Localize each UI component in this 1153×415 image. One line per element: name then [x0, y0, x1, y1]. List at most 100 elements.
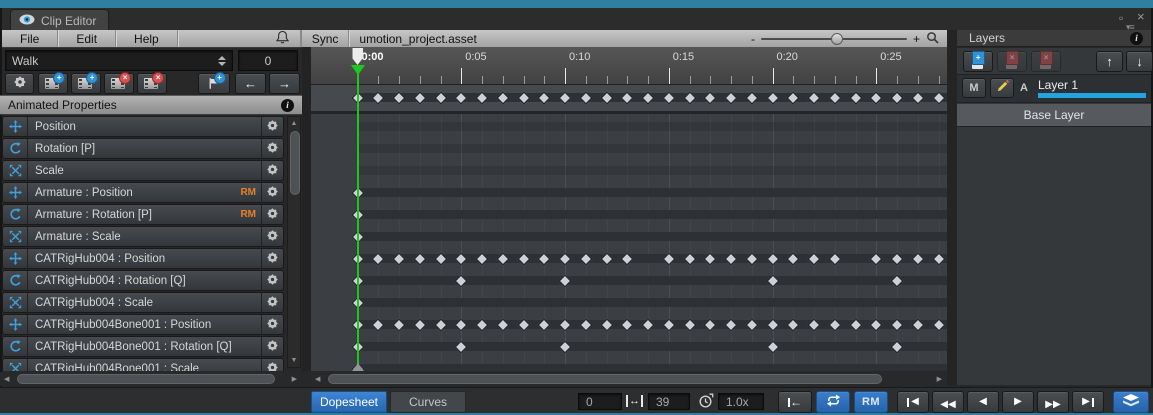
zoom-in-label[interactable]: +: [913, 32, 920, 46]
property-gear-button[interactable]: [261, 183, 283, 202]
root-motion-button[interactable]: RM: [854, 391, 888, 413]
property-label: CATRigHub004 : Position: [28, 253, 261, 265]
go-first-frame-button[interactable]: ◀: [897, 391, 929, 413]
property-row[interactable]: Position: [2, 116, 284, 137]
property-row[interactable]: CATRigHub004Bone001 : Scale: [2, 358, 284, 371]
properties-horizontal-scrollbar[interactable]: ◀ ▶: [0, 372, 302, 386]
properties-vertical-scrollbar[interactable]: ▲ ▼: [287, 116, 301, 368]
play-button[interactable]: ▶: [1002, 391, 1034, 413]
property-row[interactable]: CATRigHub004 : Position: [2, 248, 284, 269]
tab-dopesheet[interactable]: Dopesheet: [311, 391, 387, 413]
loop-playback-button[interactable]: [816, 391, 850, 413]
scroll-right-icon[interactable]: ▶: [937, 375, 942, 383]
tab-clip-editor[interactable]: Clip Editor: [10, 9, 109, 31]
move-icon: [3, 249, 28, 268]
scale-icon: [3, 293, 28, 312]
sync-button[interactable]: Sync: [301, 30, 350, 47]
clip-index-field[interactable]: 0: [238, 50, 298, 71]
scroll-down-icon[interactable]: ▼: [288, 357, 300, 364]
merge-layer-button[interactable]: ×: [1031, 51, 1061, 72]
horizontal-scrollbar-thumb[interactable]: [17, 374, 275, 384]
page-delete-icon: ×: [1006, 55, 1019, 69]
property-gear-button[interactable]: [261, 249, 283, 268]
layer-row-base[interactable]: Base Layer: [957, 104, 1151, 127]
property-gear-button[interactable]: [261, 315, 283, 334]
previous-clip-button[interactable]: ←: [235, 73, 266, 94]
mute-layer-button[interactable]: M: [962, 78, 986, 98]
info-icon[interactable]: i: [281, 99, 294, 112]
timeline-ruler[interactable]: 0:000:050:100:150:200:25: [311, 47, 947, 85]
property-row[interactable]: Armature : Rotation [P]RM: [2, 204, 284, 225]
info-icon[interactable]: i: [1130, 32, 1143, 45]
property-row[interactable]: Scale: [2, 160, 284, 181]
playback-speed-field[interactable]: 1.0x: [718, 393, 764, 410]
dopesheet-body[interactable]: [311, 114, 947, 371]
next-clip-button[interactable]: →: [269, 73, 300, 94]
current-frame-field[interactable]: 0: [578, 393, 622, 410]
timeline-horizontal-scrollbar[interactable]: ◀ ▶: [311, 372, 947, 386]
summary-keyframe-track[interactable]: [311, 85, 947, 114]
scroll-left-icon[interactable]: ◀: [4, 375, 9, 383]
project-asset-name[interactable]: umotion_project.asset: [349, 30, 751, 47]
property-gear-button[interactable]: [261, 271, 283, 290]
add-event-button[interactable]: +: [198, 73, 230, 94]
edit-layer-button[interactable]: [990, 78, 1014, 98]
property-gear-button[interactable]: [261, 139, 283, 158]
property-gear-button[interactable]: [261, 117, 283, 136]
duplicate-clip-button[interactable]: +: [71, 73, 101, 94]
property-row[interactable]: CATRigHub004Bone001 : Rotation [Q]: [2, 336, 284, 357]
zoom-out-label[interactable]: -: [751, 32, 755, 46]
step-back-button[interactable]: ◀: [967, 391, 999, 413]
property-row[interactable]: CATRigHub004 : Rotation [Q]: [2, 270, 284, 291]
menu-item-edit[interactable]: Edit: [58, 30, 116, 47]
property-gear-button[interactable]: [261, 337, 283, 356]
restore-window-icon[interactable]: ▫: [1119, 12, 1123, 24]
fast-forward-button[interactable]: ▶▶: [1037, 391, 1069, 413]
track-lane: [358, 298, 948, 307]
go-last-frame-button[interactable]: ▶: [1072, 391, 1104, 413]
property-gear-button[interactable]: [261, 205, 283, 224]
zoom-slider[interactable]: [761, 33, 907, 45]
go-to-start-button[interactable]: ←: [778, 391, 812, 413]
menu-item-help[interactable]: Help: [116, 30, 178, 47]
layer-row-layer1[interactable]: M A Layer 1: [957, 74, 1151, 103]
property-row[interactable]: CATRigHub004Bone001 : Position: [2, 314, 284, 335]
last-frame-field[interactable]: 39: [648, 393, 690, 410]
scroll-left-icon[interactable]: ◀: [315, 375, 320, 383]
ruler-tick: [710, 76, 711, 84]
notifications-button[interactable]: [266, 30, 301, 47]
zoom-slider-thumb[interactable]: [831, 33, 843, 45]
add-clip-button[interactable]: +: [38, 73, 68, 94]
clip-select-dropdown[interactable]: Walk: [5, 50, 233, 71]
property-row[interactable]: Armature : PositionRM: [2, 182, 284, 203]
property-gear-button[interactable]: [261, 161, 283, 180]
scroll-up-icon[interactable]: ▲: [288, 120, 300, 127]
close-window-icon[interactable]: ×: [1137, 11, 1145, 23]
delete-clip-button[interactable]: ×: [104, 73, 134, 94]
property-gear-button[interactable]: [261, 227, 283, 246]
film-delete-icon: ×: [144, 77, 160, 90]
move-layer-down-button[interactable]: ↓: [1126, 51, 1153, 72]
tab-curves[interactable]: Curves: [390, 391, 466, 413]
property-gear-button[interactable]: [261, 293, 283, 312]
layers-toggle-button[interactable]: [1113, 391, 1149, 413]
property-row[interactable]: CATRigHub004 : Scale: [2, 292, 284, 313]
scroll-right-icon[interactable]: ▶: [292, 375, 297, 383]
fast-backward-button[interactable]: ◀◀: [932, 391, 964, 413]
footer-bar: Dopesheet Curves 0 ↔ 39 1.0x ← RM ◀ ◀◀ ◀…: [0, 387, 1153, 413]
property-row[interactable]: Armature : Scale: [2, 226, 284, 247]
move-layer-up-button[interactable]: ↑: [1096, 51, 1123, 72]
menu-item-file[interactable]: File: [2, 30, 58, 47]
timeline-scrollbar-thumb[interactable]: [328, 374, 882, 384]
clear-clip-button[interactable]: ×: [137, 73, 167, 94]
frame-range-icon: ↔: [626, 395, 643, 407]
delete-layer-button[interactable]: ×: [997, 51, 1027, 72]
property-gear-button[interactable]: [261, 359, 283, 371]
layer-weight-bar[interactable]: [1038, 93, 1146, 98]
add-layer-button[interactable]: +: [963, 51, 993, 72]
property-row[interactable]: Rotation [P]: [2, 138, 284, 159]
playhead-bottom-handle[interactable]: [352, 357, 364, 371]
layer-name[interactable]: Layer 1: [1038, 78, 1078, 92]
clip-settings-button[interactable]: [5, 73, 34, 94]
vertical-scrollbar-thumb[interactable]: [290, 131, 300, 195]
